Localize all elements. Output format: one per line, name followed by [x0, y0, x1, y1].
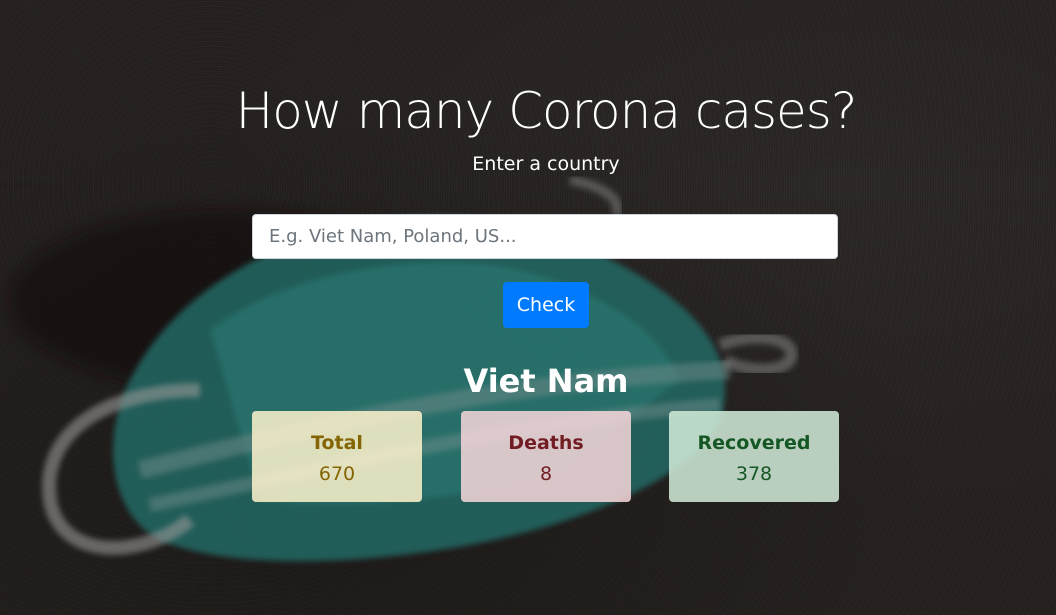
check-button[interactable]: Check: [503, 282, 589, 328]
page-title: How many Corona cases?: [235, 82, 858, 140]
result-country-name: Viet Nam: [463, 362, 629, 400]
deaths-label: Deaths: [508, 432, 584, 454]
deaths-value: 8: [539, 463, 553, 485]
recovered-label: Recovered: [697, 432, 811, 454]
total-card: Total 670: [252, 411, 422, 502]
recovered-card: Recovered 378: [669, 411, 839, 502]
recovered-value: 378: [735, 463, 773, 485]
total-value: 670: [318, 463, 356, 485]
country-search-input[interactable]: [252, 214, 838, 259]
deaths-card: Deaths 8: [461, 411, 631, 502]
page-subtitle: Enter a country: [472, 153, 620, 175]
main-content: How many Corona cases? Enter a country C…: [0, 0, 1056, 615]
total-label: Total: [311, 432, 363, 454]
